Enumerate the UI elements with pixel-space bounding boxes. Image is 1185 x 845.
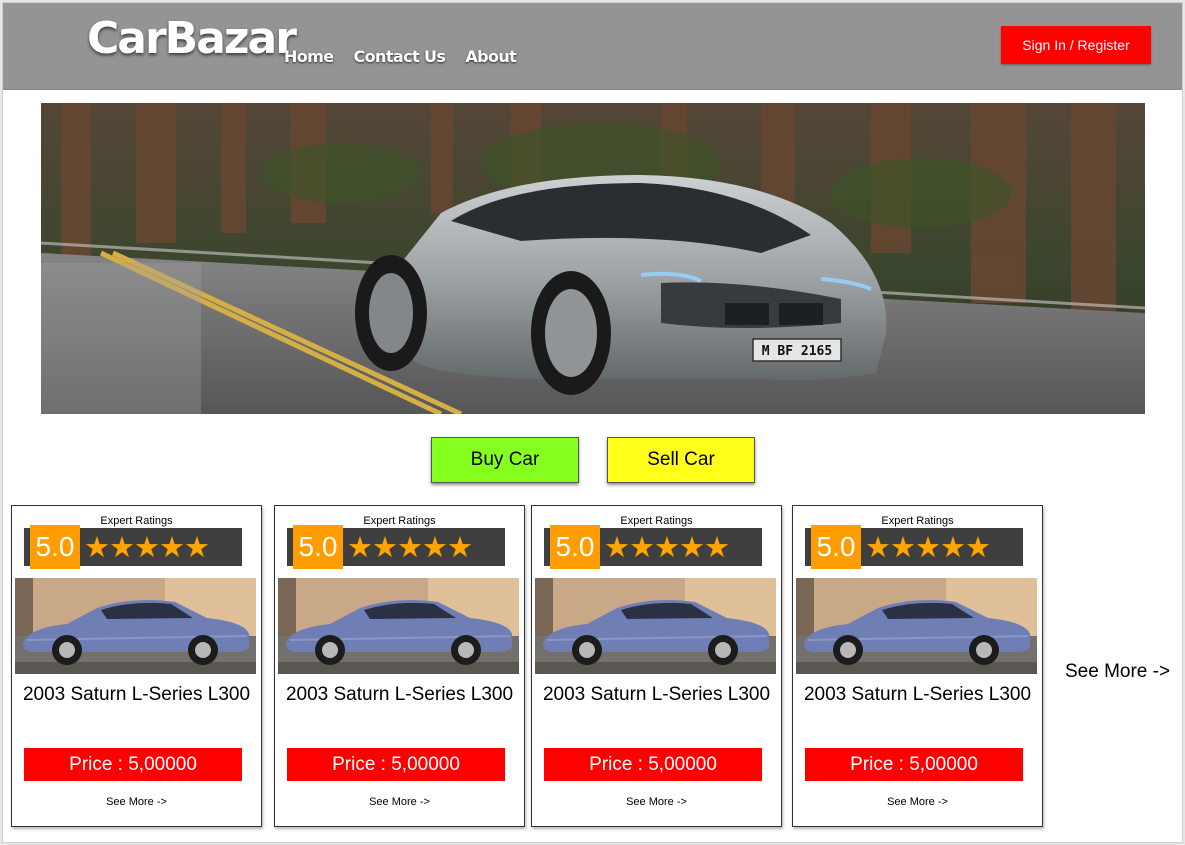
car-card[interactable]: Expert Ratings 5.0 ★★★★★ 2003 Saturn L-S…: [274, 505, 525, 827]
card-see-more-link[interactable]: See More ->: [275, 796, 524, 808]
hero-banner-image: M BF 2165: [41, 103, 1145, 414]
nav-about-link[interactable]: About: [465, 47, 516, 66]
car-image[interactable]: [15, 578, 256, 674]
car-title[interactable]: 2003 Saturn L-Series L300: [12, 684, 261, 706]
nav-home-link[interactable]: Home: [284, 47, 334, 66]
rating-bar: 5.0 ★★★★★: [805, 525, 1023, 569]
car-card[interactable]: Expert Ratings 5.0 ★★★★★ 2003 Saturn L-S…: [792, 505, 1043, 827]
star-rating-icon: ★★★★★: [865, 530, 991, 564]
star-rating-icon: ★★★★★: [604, 530, 730, 564]
star-rating-icon: ★★★★★: [84, 530, 210, 564]
nav-contact-us-link[interactable]: Contact Us: [354, 47, 446, 66]
price-tag: Price : 5,00000: [544, 748, 762, 781]
rating-bar: 5.0 ★★★★★: [544, 525, 762, 569]
card-see-more-link[interactable]: See More ->: [532, 796, 781, 808]
card-see-more-link[interactable]: See More ->: [793, 796, 1042, 808]
car-image[interactable]: [535, 578, 776, 674]
car-card[interactable]: Expert Ratings 5.0 ★★★★★ 2003 Saturn L-S…: [531, 505, 782, 827]
sell-car-button[interactable]: Sell Car: [607, 437, 755, 483]
buy-car-button[interactable]: Buy Car: [431, 437, 579, 483]
rating-score: 5.0: [550, 525, 600, 569]
star-rating-icon: ★★★★★: [347, 530, 473, 564]
top-nav-bar: CarBazar Home Contact Us About Sign In /…: [3, 3, 1182, 90]
rating-bar: 5.0 ★★★★★: [287, 525, 505, 569]
card-see-more-link[interactable]: See More ->: [12, 796, 261, 808]
car-card[interactable]: Expert Ratings 5.0 ★★★★★ 2003 Saturn L-S…: [11, 505, 262, 827]
see-more-cars-link[interactable]: See More ->: [1065, 661, 1170, 683]
page-frame: CarBazar Home Contact Us About Sign In /…: [2, 2, 1183, 843]
main-nav: Home Contact Us About: [284, 47, 536, 66]
rating-score: 5.0: [293, 525, 343, 569]
price-tag: Price : 5,00000: [805, 748, 1023, 781]
car-image[interactable]: [796, 578, 1037, 674]
car-title[interactable]: 2003 Saturn L-Series L300: [275, 684, 524, 706]
sign-in-register-button[interactable]: Sign In / Register: [1001, 26, 1151, 64]
car-title[interactable]: 2003 Saturn L-Series L300: [793, 684, 1042, 706]
price-tag: Price : 5,00000: [24, 748, 242, 781]
site-logo[interactable]: CarBazar: [87, 17, 297, 61]
car-title[interactable]: 2003 Saturn L-Series L300: [532, 684, 781, 706]
hero-car-illustration: M BF 2165: [41, 103, 1145, 414]
rating-bar: 5.0 ★★★★★: [24, 525, 242, 569]
rating-score: 5.0: [30, 525, 80, 569]
price-tag: Price : 5,00000: [287, 748, 505, 781]
car-image[interactable]: [278, 578, 519, 674]
rating-score: 5.0: [811, 525, 861, 569]
